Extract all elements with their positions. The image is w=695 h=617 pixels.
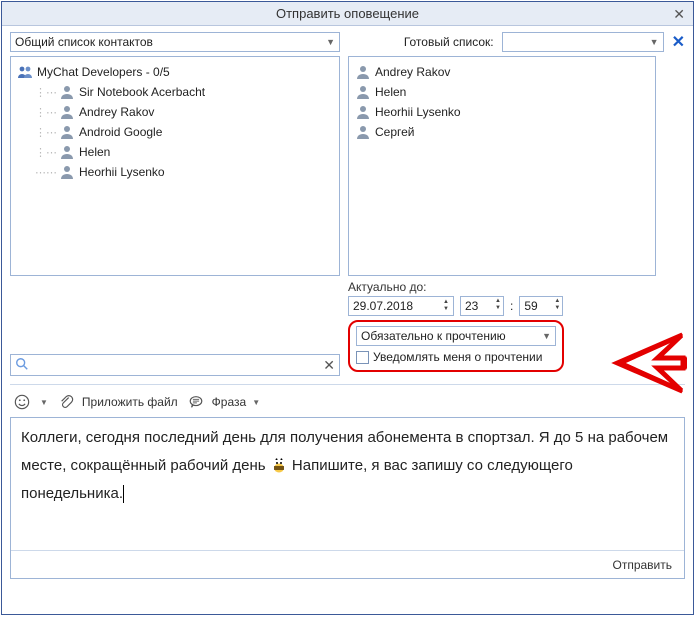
- toolbar: ▼ Приложить файл Фраза ▼: [2, 389, 693, 415]
- list-item-label: Andrey Rakov: [375, 65, 450, 79]
- search-row: ✕: [10, 350, 340, 376]
- chevron-down-icon: ▼: [650, 37, 659, 47]
- attach-label: Приложить файл: [82, 395, 178, 409]
- recipients-list[interactable]: Andrey Rakov Helen Heorhii Lysenko Серге…: [348, 56, 656, 276]
- user-icon: [355, 124, 371, 140]
- date-input[interactable]: 29.07.2018 ▲▼: [348, 296, 454, 316]
- tree-item[interactable]: ⋮⋯ Android Google: [17, 122, 333, 142]
- titlebar: Отправить оповещение ✕: [2, 2, 693, 26]
- chevron-down-icon: ▼: [40, 398, 48, 407]
- contacts-combo-label: Общий список контактов: [15, 35, 153, 49]
- contacts-tree[interactable]: MyChat Developers - 0/5 ⋮⋯ Sir Notebook …: [10, 56, 340, 276]
- group-icon: [17, 64, 33, 80]
- user-icon: [355, 84, 371, 100]
- ready-list-label: Готовый список:: [404, 35, 494, 49]
- emoji-button[interactable]: ▼: [14, 394, 48, 410]
- ready-list-combo[interactable]: ▼: [502, 32, 664, 52]
- priority-combo[interactable]: Обязательно к прочтению ▼: [356, 326, 556, 346]
- user-icon: [355, 64, 371, 80]
- close-icon[interactable]: ✕: [673, 6, 685, 23]
- text-caret: [123, 485, 124, 503]
- highlight-box: Обязательно к прочтению ▼ Уведомлять мен…: [348, 320, 564, 372]
- user-icon: [59, 124, 75, 140]
- notify-checkbox-label: Уведомлять меня о прочтении: [373, 350, 542, 364]
- chevron-down-icon: ▼: [542, 331, 551, 341]
- tree-item-label: Helen: [79, 145, 110, 159]
- tree-item-label: Andrey Rakov: [79, 105, 154, 119]
- hour-value: 23: [465, 299, 478, 313]
- tree-item-label: Android Google: [79, 125, 162, 139]
- list-item[interactable]: Heorhii Lysenko: [355, 102, 649, 122]
- time-sep: :: [510, 299, 513, 313]
- user-icon: [59, 144, 75, 160]
- list-item-label: Helen: [375, 85, 406, 99]
- tree-item[interactable]: ⋮⋯ Helen: [17, 142, 333, 162]
- search-input[interactable]: ✕: [10, 354, 340, 376]
- minute-spinner[interactable]: 59 ▲▼: [519, 296, 563, 316]
- down-icon[interactable]: ▼: [554, 305, 560, 312]
- clear-search-icon[interactable]: ✕: [323, 357, 335, 374]
- down-icon[interactable]: ▼: [443, 306, 449, 313]
- tree-item[interactable]: ⋮⋯ Andrey Rakov: [17, 102, 333, 122]
- date-value: 29.07.2018: [353, 299, 413, 313]
- tree-item[interactable]: ⋮⋯ Sir Notebook Acerbacht: [17, 82, 333, 102]
- middle-row: ✕ Актуально до: 29.07.2018 ▲▼ 23 ▲▼ :: [2, 276, 693, 376]
- window: Отправить оповещение ✕ Общий список конт…: [1, 1, 694, 615]
- panes: MyChat Developers - 0/5 ⋮⋯ Sir Notebook …: [2, 56, 693, 276]
- smile-icon: [14, 394, 30, 410]
- tree-item[interactable]: ⋯⋯ Heorhii Lysenko: [17, 162, 333, 182]
- window-title: Отправить оповещение: [276, 6, 419, 21]
- message-container: Коллеги, сегодня последний день для полу…: [10, 417, 685, 579]
- chevron-down-icon: ▼: [252, 398, 260, 407]
- valid-until-label: Актуально до:: [348, 280, 426, 294]
- user-icon: [59, 164, 75, 180]
- priority-combo-label: Обязательно к прочтению: [361, 329, 506, 343]
- tree-item-label: Sir Notebook Acerbacht: [79, 85, 205, 99]
- checkbox-icon[interactable]: [356, 351, 369, 364]
- chevron-down-icon: ▼: [326, 37, 335, 47]
- tree-item-label: Heorhii Lysenko: [79, 165, 165, 179]
- list-item[interactable]: Helen: [355, 82, 649, 102]
- minute-value: 59: [524, 299, 537, 313]
- up-icon[interactable]: ▲: [495, 298, 501, 305]
- user-icon: [355, 104, 371, 120]
- attach-button[interactable]: Приложить файл: [58, 394, 178, 410]
- phrase-button[interactable]: Фраза ▼: [188, 394, 260, 410]
- user-icon: [59, 84, 75, 100]
- bee-emoji-icon: [270, 457, 288, 475]
- list-item-label: Сергей: [375, 125, 415, 139]
- paperclip-icon: [58, 394, 74, 410]
- search-icon: [15, 357, 29, 374]
- contacts-combo[interactable]: Общий список контактов ▼: [10, 32, 340, 52]
- up-icon[interactable]: ▲: [554, 298, 560, 305]
- user-icon: [59, 104, 75, 120]
- send-button[interactable]: Отправить: [612, 558, 672, 572]
- phrase-label: Фраза: [212, 395, 247, 409]
- list-item-label: Heorhii Lysenko: [375, 105, 461, 119]
- hour-spinner[interactable]: 23 ▲▼: [460, 296, 504, 316]
- message-input[interactable]: Коллеги, сегодня последний день для полу…: [11, 418, 684, 550]
- notify-checkbox-row[interactable]: Уведомлять меня о прочтении: [356, 350, 556, 364]
- top-row: Общий список контактов ▼ Готовый список:…: [2, 26, 693, 56]
- message-footer: Отправить: [11, 550, 684, 578]
- tree-group-label: MyChat Developers - 0/5: [37, 65, 170, 79]
- tree-group[interactable]: MyChat Developers - 0/5: [17, 62, 333, 82]
- speech-icon: [188, 394, 204, 410]
- up-icon[interactable]: ▲: [443, 299, 449, 306]
- down-icon[interactable]: ▼: [495, 305, 501, 312]
- list-item[interactable]: Сергей: [355, 122, 649, 142]
- list-item[interactable]: Andrey Rakov: [355, 62, 649, 82]
- clear-ready-list-icon[interactable]: ✕: [672, 32, 685, 52]
